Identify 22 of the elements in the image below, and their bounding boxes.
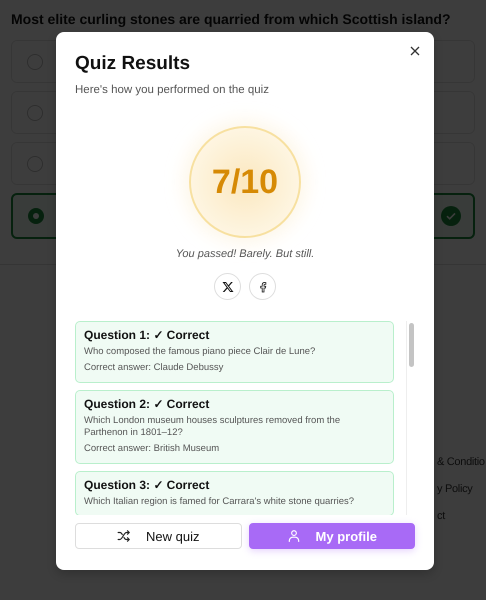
dialog-subtitle: Here's how you performed on the quiz [75,84,270,96]
dialog-title: Quiz Results [75,53,192,75]
user-icon [286,529,301,543]
question-text: Which Italian region is famed for Carrara's white stone quarries? [84,496,356,508]
correct-answer: Correct answer: Claude Debussy [84,362,224,375]
question-title: Most elite curling stones are quarried from which Scottish island? [11,10,451,28]
close-icon[interactable] [410,46,420,56]
result-message: You passed! Barely. But still. [174,248,316,260]
share-button[interactable] [249,273,276,300]
result-heading: Question 2: ✓ Correct [84,396,210,411]
question-text: Who composed the famous piano piece Clair de Lune? [84,346,316,358]
question-text: Which London museum houses sculptures removed from the Parthenon in 1801–12? [84,414,342,440]
shuffle-icon [117,529,132,543]
scrollbar[interactable] [406,321,415,515]
result-heading: Question 1: ✓ Correct [84,328,210,342]
profile-button[interactable]: My profile [248,523,415,549]
share-button[interactable] [214,273,241,300]
correct-answer: Correct answer: British Museum [84,443,220,456]
new-quiz-button[interactable]: New quiz [75,523,242,549]
x-logo-icon [222,280,234,292]
result-heading: Question 3: ✓ Correct [84,478,210,492]
score-badge: 7/10 [189,126,301,238]
